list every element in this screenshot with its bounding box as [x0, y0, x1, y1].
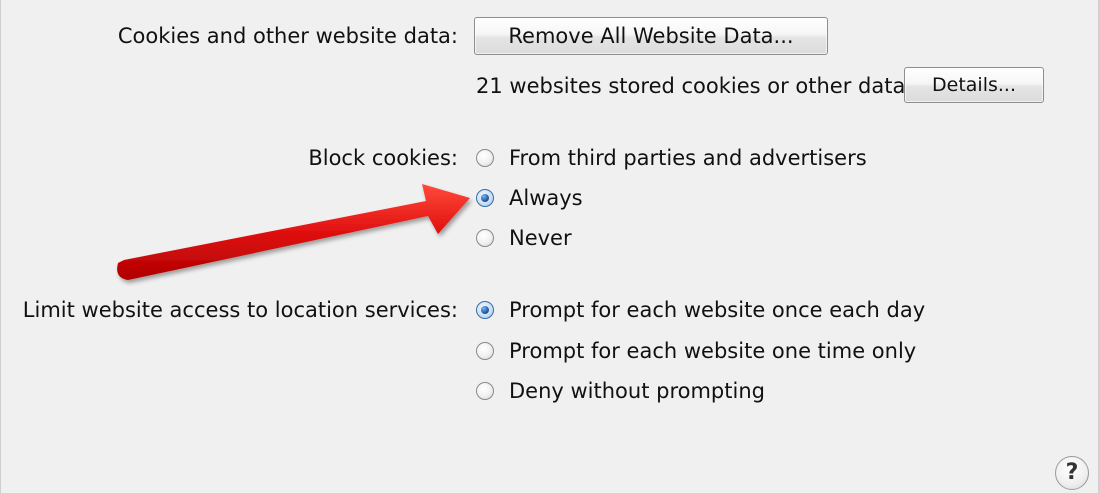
location-services-label: Limit website access to location service…	[22, 298, 458, 322]
radio-button[interactable]	[476, 229, 494, 247]
radio-label: Never	[509, 226, 572, 250]
radio-label: Deny without prompting	[509, 379, 765, 403]
radio-label: From third parties and advertisers	[509, 146, 867, 170]
remove-all-website-data-button[interactable]: Remove All Website Data...	[474, 17, 828, 55]
radio-label: Prompt for each website one time only	[509, 339, 917, 363]
radio-button[interactable]	[476, 149, 494, 167]
block-cookies-label: Block cookies:	[308, 146, 458, 170]
radio-label: Prompt for each website once each day	[509, 298, 926, 322]
details-button[interactable]: Details...	[904, 67, 1044, 103]
radio-button[interactable]	[476, 342, 494, 360]
radio-button-selected[interactable]	[476, 301, 494, 319]
cookies-label: Cookies and other website data:	[117, 24, 458, 48]
help-button[interactable]: ?	[1055, 456, 1089, 490]
radio-label: Always	[509, 186, 583, 210]
radio-block-third-parties[interactable]: From third parties and advertisers	[476, 145, 867, 171]
arrow-icon	[117, 184, 470, 280]
radio-button[interactable]	[476, 382, 494, 400]
stored-cookies-text: 21 websites stored cookies or other data	[476, 74, 906, 98]
radio-location-deny[interactable]: Deny without prompting	[476, 378, 765, 404]
radio-location-one-time-only[interactable]: Prompt for each website one time only	[476, 338, 916, 364]
radio-block-never[interactable]: Never	[476, 225, 572, 251]
radio-block-always[interactable]: Always	[476, 185, 583, 211]
radio-button-selected[interactable]	[476, 189, 494, 207]
radio-location-once-each-day[interactable]: Prompt for each website once each day	[476, 297, 925, 323]
